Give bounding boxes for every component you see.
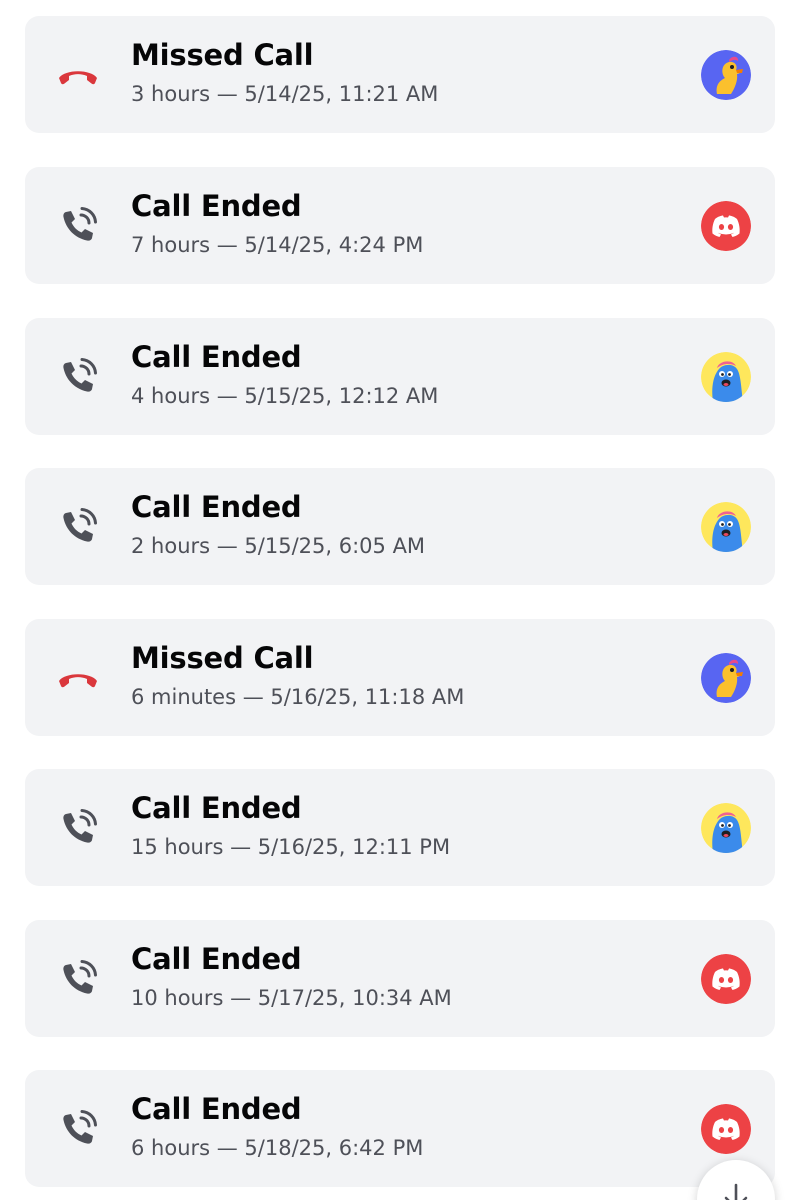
monster-avatar[interactable] [701, 502, 751, 552]
arrow-down-icon [724, 1183, 748, 1200]
call-detail: 3 hours — 5/14/25, 11:21 AM [131, 82, 439, 106]
call-title: Call Ended [131, 189, 302, 223]
call-detail: 10 hours — 5/17/25, 10:34 AM [131, 986, 452, 1010]
call-ended-icon [55, 354, 101, 400]
call-card[interactable]: Missed Call 3 hours — 5/14/25, 11:21 AM [25, 16, 775, 133]
call-ended-icon [55, 1106, 101, 1152]
call-title: Missed Call [131, 641, 314, 675]
missed-call-icon [55, 52, 101, 98]
call-ended-icon [55, 956, 101, 1002]
monster-avatar[interactable] [701, 352, 751, 402]
call-detail: 6 hours — 5/18/25, 6:42 PM [131, 1136, 424, 1160]
call-card[interactable]: Call Ended 7 hours — 5/14/25, 4:24 PM [25, 167, 775, 284]
call-detail: 2 hours — 5/15/25, 6:05 AM [131, 534, 426, 558]
call-history-list: Missed Call 3 hours — 5/14/25, 11:21 AM … [0, 0, 800, 1200]
call-detail: 7 hours — 5/14/25, 4:24 PM [131, 233, 424, 257]
call-card[interactable]: Call Ended 15 hours — 5/16/25, 12:11 PM [25, 769, 775, 886]
duck-avatar[interactable] [701, 653, 751, 703]
discord-avatar[interactable] [701, 201, 751, 251]
call-ended-icon [55, 203, 101, 249]
call-title: Call Ended [131, 942, 302, 976]
call-card[interactable]: Call Ended 6 hours — 5/18/25, 6:42 PM [25, 1070, 775, 1187]
call-title: Call Ended [131, 1092, 302, 1126]
discord-avatar[interactable] [701, 954, 751, 1004]
call-title: Call Ended [131, 340, 302, 374]
call-ended-icon [55, 805, 101, 851]
duck-avatar[interactable] [701, 50, 751, 100]
call-card[interactable]: Call Ended 4 hours — 5/15/25, 12:12 AM [25, 318, 775, 435]
call-title: Call Ended [131, 791, 302, 825]
call-card[interactable]: Call Ended 10 hours — 5/17/25, 10:34 AM [25, 920, 775, 1037]
call-ended-icon [55, 504, 101, 550]
call-detail: 6 minutes — 5/16/25, 11:18 AM [131, 685, 465, 709]
discord-avatar[interactable] [701, 1104, 751, 1154]
call-card[interactable]: Missed Call 6 minutes — 5/16/25, 11:18 A… [25, 619, 775, 736]
call-card[interactable]: Call Ended 2 hours — 5/15/25, 6:05 AM [25, 468, 775, 585]
monster-avatar[interactable] [701, 803, 751, 853]
call-title: Call Ended [131, 490, 302, 524]
call-detail: 4 hours — 5/15/25, 12:12 AM [131, 384, 439, 408]
call-detail: 15 hours — 5/16/25, 12:11 PM [131, 835, 451, 859]
call-title: Missed Call [131, 38, 314, 72]
missed-call-icon [55, 655, 101, 701]
